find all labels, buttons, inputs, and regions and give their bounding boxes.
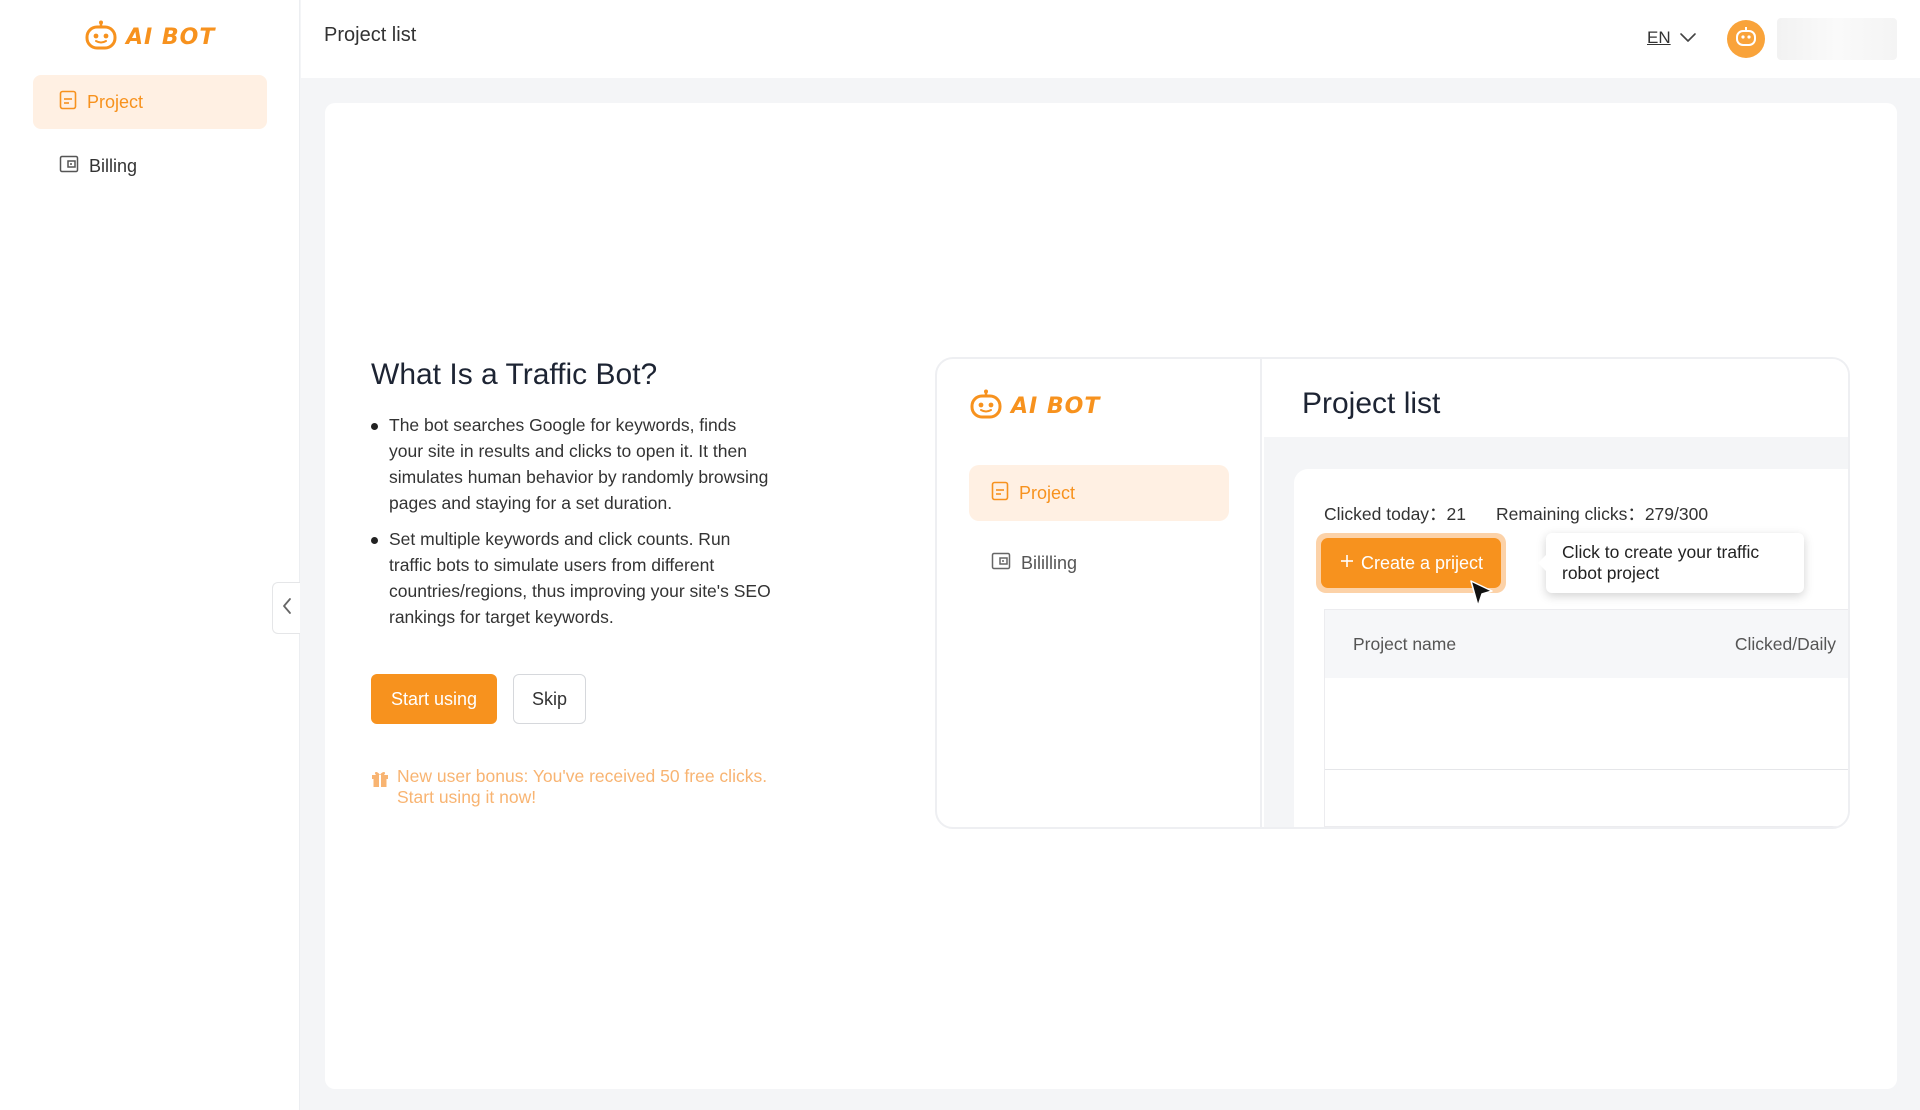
gift-icon	[371, 766, 389, 808]
preview-nav-label: Project	[1019, 482, 1076, 503]
column-project-name: Project name	[1353, 633, 1457, 654]
preview-logo-text: AI BOT	[1011, 394, 1101, 419]
sidebar-item-label: Billing	[89, 155, 138, 176]
avatar[interactable]	[1727, 20, 1765, 58]
preview-logo: AI BOT	[969, 389, 1100, 424]
robot-logo-icon	[969, 389, 1003, 424]
tutorial-preview: AI BOT Project Bililling Project list Cl…	[935, 357, 1850, 829]
preview-stats: Clicked today：21 Remaining clicks：279/30…	[1324, 501, 1708, 526]
remaining-clicks-stat: Remaining clicks：279/300	[1496, 504, 1709, 524]
preview-header: Project list	[1264, 359, 1848, 437]
chevron-down-icon	[1679, 28, 1697, 48]
username-redacted[interactable]	[1777, 18, 1897, 60]
preview-create-label: Create a priject	[1361, 552, 1484, 573]
bonus-text: New user bonus: You've received 50 free …	[397, 766, 768, 807]
intro-title: What Is a Traffic Bot?	[371, 358, 658, 391]
preview-body: Clicked today：21 Remaining clicks：279/30…	[1294, 469, 1848, 827]
sidebar-item-label: Project	[87, 91, 144, 112]
logo-text: AI BOT	[126, 25, 216, 50]
wallet-icon	[991, 552, 1011, 575]
table-row	[1325, 678, 1848, 770]
skip-button[interactable]: Skip	[513, 674, 587, 724]
wallet-icon	[59, 155, 79, 178]
preview-table: Project name Clicked/Daily	[1324, 609, 1848, 827]
page-title: Project list	[324, 24, 417, 46]
chevron-left-icon	[281, 596, 293, 621]
app-logo[interactable]: AI BOT	[84, 20, 215, 55]
preview-sidebar: AI BOT Project Bililling	[937, 359, 1262, 827]
robot-avatar-icon	[1734, 26, 1758, 53]
preview-table-header: Project name Clicked/Daily	[1325, 610, 1848, 678]
robot-logo-icon	[84, 20, 118, 55]
sidebar: AI BOT Project Billing	[0, 0, 300, 1110]
intro-actions: Start using Skip	[371, 674, 771, 724]
intro-bullet: The bot searches Google for keywords, fi…	[371, 412, 771, 516]
intro-bullet: Set multiple keywords and click counts. …	[371, 526, 771, 630]
preview-nav-billing: Bililling	[969, 535, 1229, 591]
preview-tooltip: Click to create your traffic robot proje…	[1538, 533, 1804, 593]
collapse-sidebar-button[interactable]	[272, 582, 300, 634]
preview-main: Project list Clicked today：21 Remaining …	[1264, 359, 1848, 827]
intro-panel: What Is a Traffic Bot? The bot searches …	[371, 358, 771, 808]
document-icon	[991, 481, 1009, 506]
sidebar-item-billing[interactable]: Billing	[33, 139, 267, 193]
preview-nav-label: Bililling	[1021, 552, 1078, 573]
document-icon	[59, 90, 77, 115]
top-header: Project list EN	[301, 0, 1920, 78]
bonus-notice: New user bonus: You've received 50 free …	[371, 766, 771, 808]
plus-icon	[1339, 553, 1355, 574]
preview-nav-project: Project	[969, 465, 1229, 521]
start-using-button[interactable]: Start using	[371, 674, 498, 724]
preview-title: Project list	[1302, 387, 1441, 420]
language-selector[interactable]: EN	[1647, 28, 1697, 48]
column-clicked-daily: Clicked/Daily	[1734, 633, 1836, 654]
clicked-today-stat: Clicked today：21	[1324, 504, 1467, 524]
language-label: EN	[1647, 28, 1671, 47]
sidebar-item-project[interactable]: Project	[33, 75, 267, 129]
